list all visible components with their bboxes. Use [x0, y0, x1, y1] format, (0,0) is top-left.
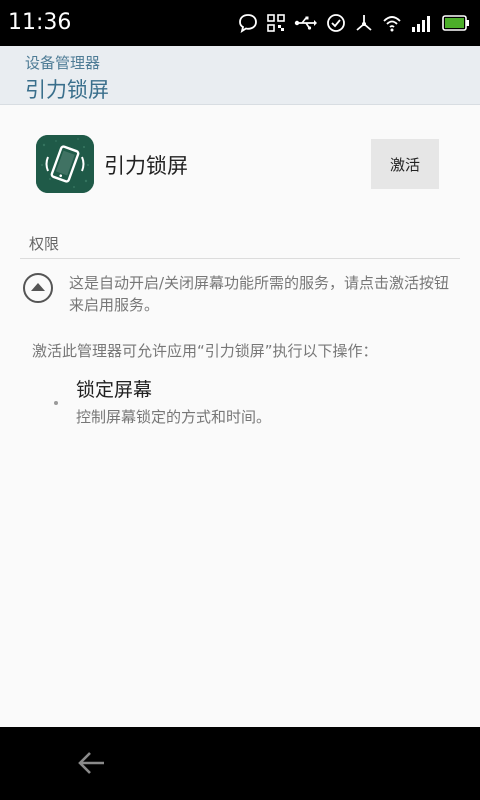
navigation-bar — [0, 727, 480, 800]
policy-title: 锁定屏幕 — [76, 379, 153, 401]
back-button[interactable] — [70, 741, 114, 785]
status-icons — [238, 10, 470, 36]
chat-icon — [238, 13, 258, 33]
bullet-icon — [54, 401, 58, 405]
signal-icon — [410, 13, 434, 33]
page-title: 引力锁屏 — [25, 78, 109, 102]
expand-collapse-icon[interactable] — [22, 272, 54, 304]
permissions-section-title: 权限 — [29, 235, 60, 253]
status-bar: 11:36 — [0, 0, 480, 46]
back-arrow-icon — [78, 752, 104, 774]
battery-icon — [442, 14, 470, 32]
app-icon — [36, 135, 94, 193]
device-admin-screen: 11:36 设备管理器 引力锁屏 引力锁屏 激活 权限 这是自动开启/关闭屏幕功… — [0, 0, 480, 800]
app-name: 引力锁屏 — [104, 154, 188, 178]
activate-button[interactable]: 激活 — [371, 139, 439, 189]
policy-intro: 激活此管理器可允许应用“引力锁屏”执行以下操作： — [32, 342, 378, 360]
section-divider — [20, 258, 460, 259]
status-time: 11:36 — [8, 10, 72, 35]
usb-icon — [294, 13, 318, 33]
permission-description: 这是自动开启/关闭屏幕功能所需的服务，请点击激活按钮来启用服务。 — [69, 274, 450, 314]
header: 设备管理器 引力锁屏 — [0, 46, 480, 105]
qr-icon — [266, 13, 286, 33]
debug-icon — [354, 13, 374, 33]
wifi-icon — [382, 13, 402, 33]
check-circle-icon — [326, 13, 346, 33]
header-subtitle: 设备管理器 — [25, 54, 101, 72]
policy-description: 控制屏幕锁定的方式和时间。 — [76, 408, 272, 426]
